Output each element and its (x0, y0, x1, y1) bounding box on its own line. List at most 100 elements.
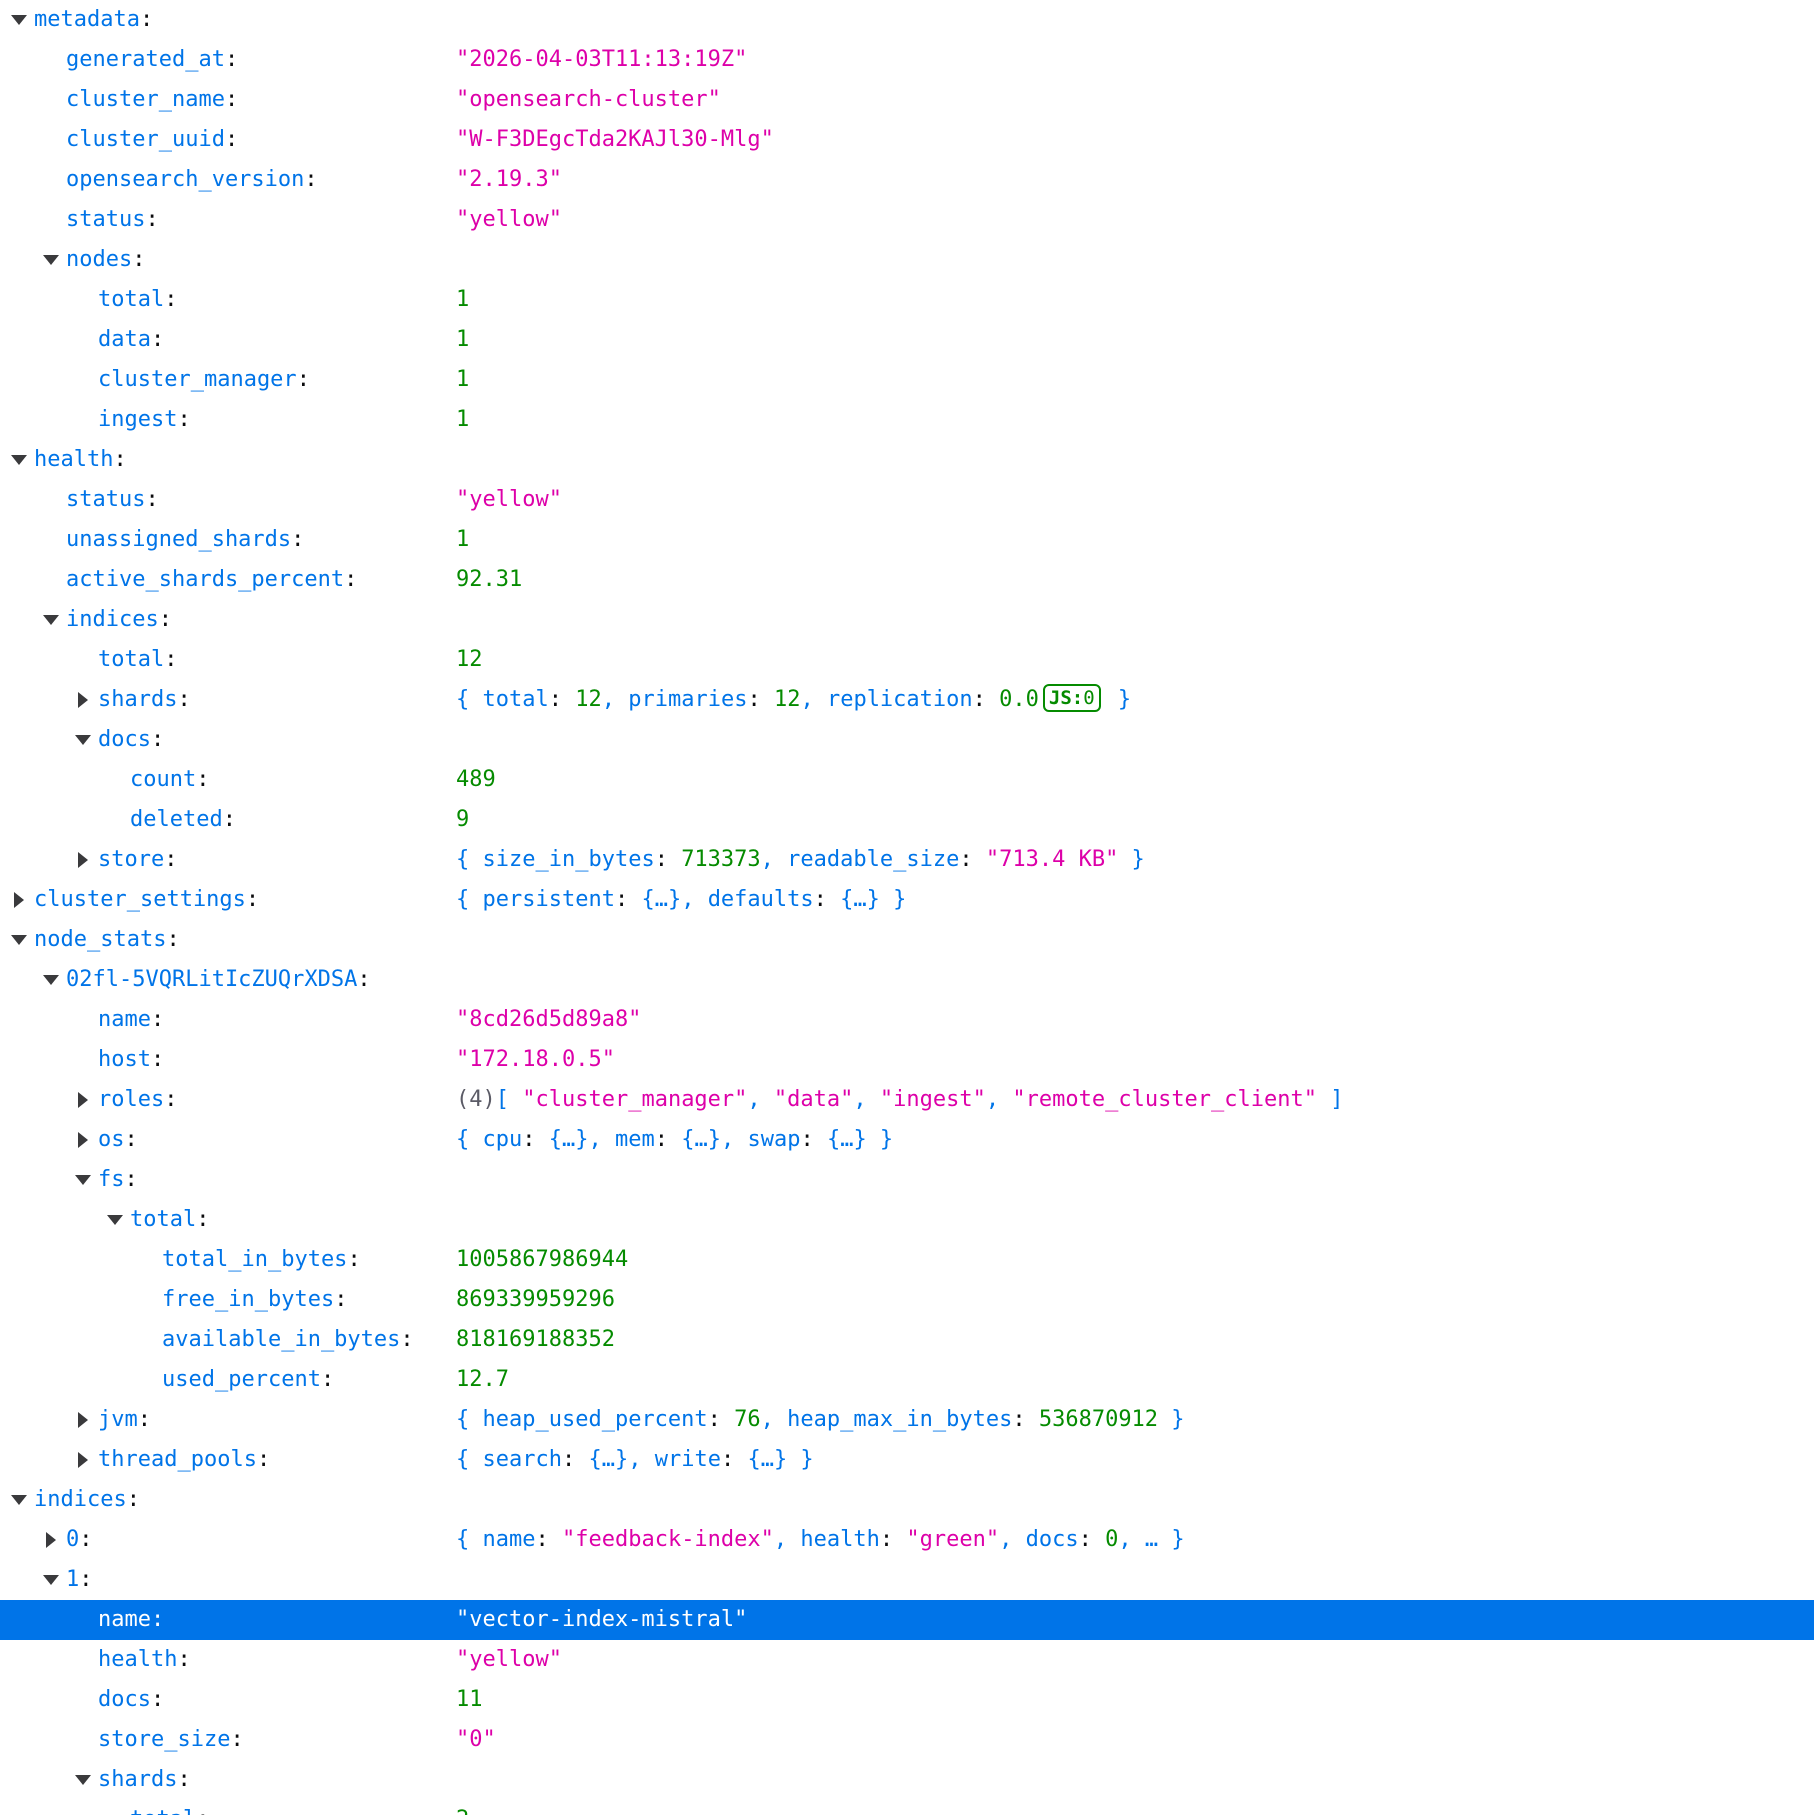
tree-row[interactable]: deleted: 9 (0, 800, 1814, 840)
tree-row[interactable]: cluster_manager: 1 (0, 360, 1814, 400)
expanded-toggle-icon[interactable] (8, 1480, 28, 1520)
key-colon: : (124, 1167, 138, 1192)
tree-row[interactable]: health: (0, 440, 1814, 480)
expanded-toggle-icon[interactable] (40, 600, 60, 640)
key-colon: : (137, 1407, 151, 1432)
tree-row[interactable]: store:{ size_in_bytes: 713373, readable_… (0, 840, 1814, 880)
expanded-toggle-icon[interactable] (40, 240, 60, 280)
collapsed-toggle-icon[interactable] (72, 840, 92, 880)
tree-row[interactable]: nodes: (0, 240, 1814, 280)
preview-punct: } (1118, 847, 1145, 872)
tree-row[interactable]: total: 12 (0, 640, 1814, 680)
expanded-toggle-icon[interactable] (8, 440, 28, 480)
key-colon: : (177, 687, 191, 712)
tree-row[interactable]: available_in_bytes: 818169188352 (0, 1320, 1814, 1360)
tree-row[interactable]: opensearch_version: "2.19.3" (0, 160, 1814, 200)
key-label: ingest (98, 407, 178, 432)
tree-row[interactable]: total: 1 (0, 280, 1814, 320)
row-key: name: (98, 1600, 164, 1640)
tree-row[interactable]: jvm:{ heap_used_percent: 76, heap_max_in… (0, 1400, 1814, 1440)
row-value: 489 (456, 767, 496, 792)
tree-row[interactable]: cluster_settings:{ persistent: {…}, defa… (0, 880, 1814, 920)
expanded-toggle-icon[interactable] (72, 1760, 92, 1800)
tree-row[interactable]: cluster_name: "opensearch-cluster" (0, 80, 1814, 120)
tree-row[interactable]: docs: 11 (0, 1680, 1814, 1720)
row-value: 869339959296 (456, 1287, 615, 1312)
expanded-toggle-icon[interactable] (40, 1560, 60, 1600)
tree-row[interactable]: os:{ cpu: {…}, mem: {…}, swap: {…} } (0, 1120, 1814, 1160)
tree-row[interactable]: 0:{ name: "feedback-index", health: "gre… (0, 1520, 1814, 1560)
tree-row[interactable]: store_size: "0" (0, 1720, 1814, 1760)
tree-row[interactable]: cluster_uuid: "W-F3DEgcTda2KAJl30-Mlg" (0, 120, 1814, 160)
tree-row[interactable]: health: "yellow" (0, 1640, 1814, 1680)
tree-row[interactable]: count: 489 (0, 760, 1814, 800)
collapsed-toggle-icon[interactable] (72, 1440, 92, 1480)
collapsed-toggle-icon[interactable] (72, 1120, 92, 1160)
expanded-toggle-icon[interactable] (72, 1160, 92, 1200)
preview-key: size_in_bytes (482, 847, 655, 872)
collapsed-toggle-icon[interactable] (72, 680, 92, 720)
tree-row[interactable]: ingest: 1 (0, 400, 1814, 440)
tree-row[interactable]: indices: (0, 600, 1814, 640)
tree-row[interactable]: total: (0, 1200, 1814, 1240)
collapsed-toggle-icon[interactable] (8, 880, 28, 920)
preview-punct: {…} } (840, 887, 907, 912)
key-colon: : (145, 207, 159, 232)
tree-row[interactable]: roles: (4)[ "cluster_manager", "data", "i… (0, 1080, 1814, 1120)
key-colon: : (245, 887, 260, 912)
row-key: health: (34, 440, 127, 480)
preview-separator: : (972, 687, 1000, 712)
row-value: 1 (456, 367, 470, 392)
expanded-toggle-icon[interactable] (40, 960, 60, 1000)
preview-key: write (654, 1447, 721, 1472)
tree-row[interactable]: used_percent: 12.7 (0, 1360, 1814, 1400)
key-label: name (98, 1607, 151, 1632)
tree-row[interactable]: thread_pools:{ search: {…}, write: {…} } (0, 1440, 1814, 1480)
tree-row[interactable]: docs: (0, 720, 1814, 760)
tree-row[interactable]: total_in_bytes: 1005867986944 (0, 1240, 1814, 1280)
key-colon: : (158, 607, 172, 632)
expanded-toggle-icon[interactable] (8, 920, 28, 960)
row-value: 1005867986944 (456, 1247, 629, 1272)
collapsed-toggle-icon[interactable] (40, 1520, 60, 1560)
collapsed-toggle-icon[interactable] (72, 1080, 92, 1120)
key-colon: : (150, 1687, 165, 1712)
expanded-toggle-icon[interactable] (72, 720, 92, 760)
key-label: host (98, 1047, 151, 1072)
tree-row[interactable]: generated_at: "2026-04-03T11:13:19Z" (0, 40, 1814, 80)
preview-key: persistent (482, 887, 615, 912)
tree-row[interactable]: free_in_bytes: 869339959296 (0, 1280, 1814, 1320)
tree-row[interactable]: unassigned_shards: 1 (0, 520, 1814, 560)
preview-punct: } (1158, 1407, 1185, 1432)
tree-row[interactable]: indices: (0, 1480, 1814, 1520)
tree-row[interactable]: shards:{ total: 12, primaries: 12, repli… (0, 680, 1814, 720)
row-key: name: (98, 1000, 164, 1040)
tree-row[interactable]: status: "yellow" (0, 480, 1814, 520)
tree-row[interactable]: 1: (0, 1560, 1814, 1600)
expanded-toggle-icon[interactable] (8, 0, 28, 40)
tree-row[interactable]: active_shards_percent: 92.31 (0, 560, 1814, 600)
preview-punct: {…} } (747, 1447, 814, 1472)
tree-row[interactable]: status: "yellow" (0, 200, 1814, 240)
collapsed-toggle-icon[interactable] (72, 1400, 92, 1440)
tree-row[interactable]: data: 1 (0, 320, 1814, 360)
tree-row[interactable]: total: 2 (0, 1800, 1814, 1815)
tree-row[interactable]: name: "vector-index-mistral" (0, 1600, 1814, 1640)
tree-row[interactable]: 02fl-5VQRLitIcZUQrXDSA: (0, 960, 1814, 1000)
tree-row[interactable]: metadata: (0, 0, 1814, 40)
key-colon: : (164, 647, 178, 672)
preview-separator: : (1078, 1527, 1106, 1552)
row-key: ingest: (98, 400, 191, 440)
expanded-toggle-icon[interactable] (104, 1200, 124, 1240)
preview-punct: { (456, 887, 483, 912)
tree-row[interactable]: fs: (0, 1160, 1814, 1200)
js-badge-label: JS: (1048, 687, 1084, 709)
preview-punct: , (760, 1407, 788, 1432)
preview-separator: : (654, 1127, 682, 1152)
tree-row[interactable]: shards: (0, 1760, 1814, 1800)
key-label: status (66, 487, 146, 512)
preview-string: "713.4 KB" (985, 847, 1119, 872)
tree-row[interactable]: node_stats: (0, 920, 1814, 960)
tree-row[interactable]: name: "8cd26d5d89a8" (0, 1000, 1814, 1040)
tree-row[interactable]: host: "172.18.0.5" (0, 1040, 1814, 1080)
